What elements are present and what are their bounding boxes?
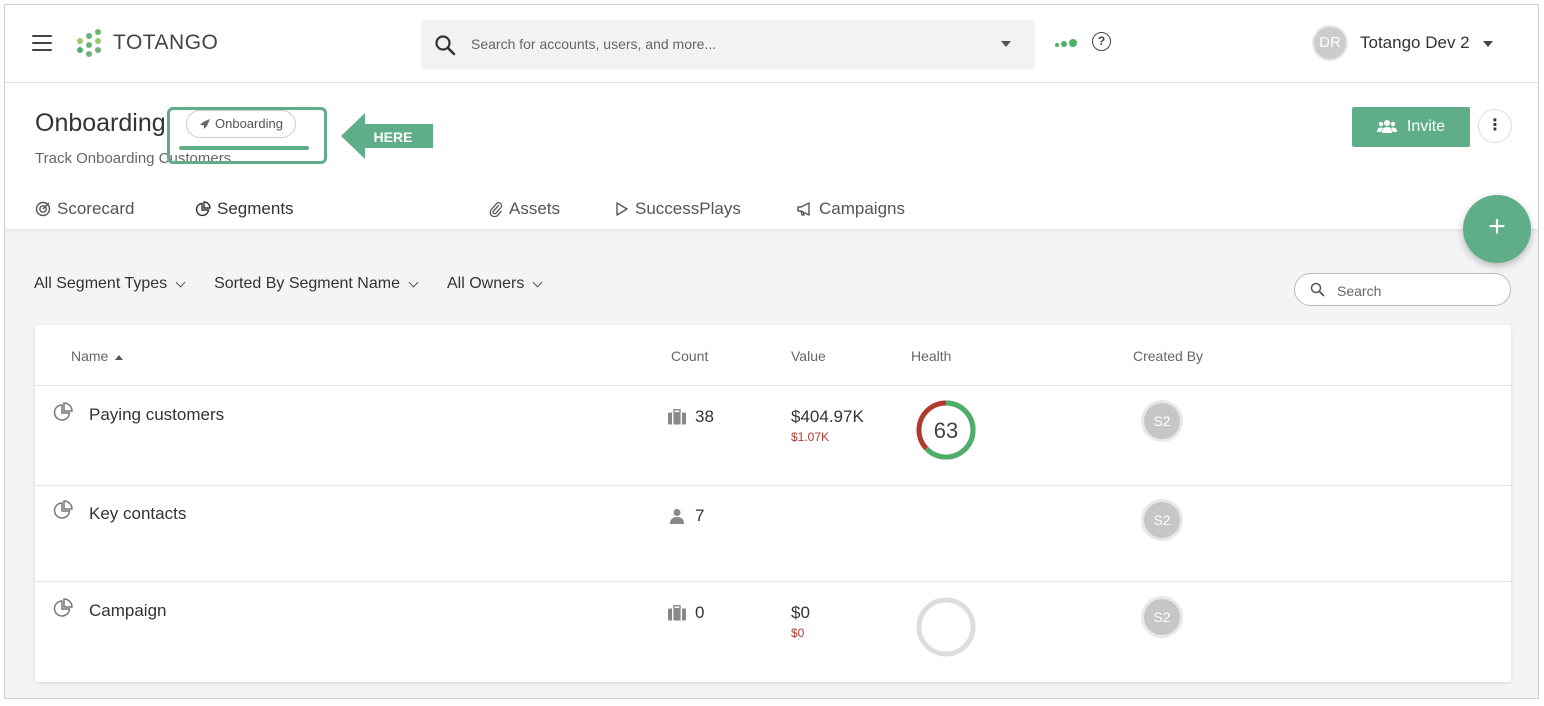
logo-text: TOTANGO	[113, 31, 219, 54]
tab-campaigns[interactable]: Campaigns	[797, 199, 905, 219]
here-arrow-label: HERE	[374, 129, 413, 145]
column-header-name-label: Name	[71, 348, 109, 364]
health-donut: 63	[916, 400, 976, 460]
logo[interactable]: TOTANGO	[77, 29, 218, 57]
segment-count-value: 7	[695, 506, 705, 525]
segment-count: 38	[667, 407, 714, 427]
page-title: Onboarding	[35, 109, 166, 137]
segment-search-placeholder: Search	[1337, 283, 1382, 299]
pie-chart-icon	[195, 201, 211, 217]
person-icon	[670, 509, 684, 524]
help-icon[interactable]: ?	[1092, 32, 1111, 51]
target-icon	[35, 201, 51, 217]
play-icon	[616, 202, 628, 216]
user-avatar[interactable]: DR	[1312, 25, 1348, 61]
users-icon	[1376, 120, 1397, 133]
tab-scorecard-label: Scorecard	[57, 199, 135, 218]
user-menu-chevron-icon[interactable]	[1483, 41, 1493, 47]
briefcase-icon	[668, 409, 686, 425]
segment-name[interactable]: Campaign	[89, 601, 167, 621]
column-header-count[interactable]: Count	[671, 348, 708, 364]
pie-chart-icon	[53, 500, 73, 519]
tab-assets-label: Assets	[509, 199, 561, 218]
search-placeholder: Search for accounts, users, and more...	[471, 36, 717, 52]
creator-avatar[interactable]: S2	[1141, 499, 1183, 541]
segment-value-change: $1.07K	[791, 430, 830, 444]
health-donut	[916, 597, 976, 657]
segments-table: Name Count Value Health Created By Payin…	[35, 325, 1511, 682]
segment-type-filter[interactable]: All Segment Types	[34, 275, 186, 293]
tab-segments-label: Segments	[217, 199, 294, 218]
tab-scorecard[interactable]: Scorecard	[35, 199, 134, 219]
sort-filter[interactable]: Sorted By Segment Name	[214, 275, 419, 293]
paperclip-icon	[489, 202, 503, 217]
column-header-created-by[interactable]: Created By	[1133, 348, 1203, 364]
table-row[interactable]: Campaign 0 $0 $0 S2	[35, 581, 1511, 682]
segment-value: $0	[791, 603, 810, 622]
column-header-health[interactable]: Health	[911, 348, 951, 364]
search-icon	[1310, 282, 1325, 297]
creator-avatar[interactable]: S2	[1141, 596, 1183, 638]
segment-count-value: 38	[695, 407, 714, 426]
sort-ascending-icon	[115, 355, 124, 360]
here-arrow: HERE	[341, 113, 433, 159]
segment-name[interactable]: Key contacts	[89, 504, 186, 524]
owner-filter-label: All Owners	[446, 275, 525, 292]
segment-value: $404.97K	[791, 407, 864, 426]
search-icon	[435, 35, 456, 56]
chevron-down-icon	[532, 277, 543, 287]
app-window: TOTANGO Search for accounts, users, and …	[4, 4, 1539, 699]
segment-name[interactable]: Paying customers	[89, 405, 224, 425]
tab-successplays[interactable]: SuccessPlays	[615, 199, 741, 219]
top-bar: TOTANGO Search for accounts, users, and …	[5, 5, 1538, 83]
activity-dots-icon[interactable]	[1055, 39, 1077, 47]
column-header-value[interactable]: Value	[791, 348, 826, 364]
segment-search-input[interactable]: Search	[1294, 273, 1511, 306]
table-row[interactable]: Paying customers 38 $404.97K $1.07K 63 S…	[35, 385, 1511, 485]
logo-dots-icon	[77, 29, 103, 57]
health-score: 63	[934, 418, 958, 443]
add-button[interactable]: +	[1463, 195, 1531, 263]
briefcase-icon	[668, 605, 686, 621]
tab-assets[interactable]: Assets	[489, 199, 560, 219]
chevron-down-icon	[408, 277, 419, 287]
segment-type-filter-label: All Segment Types	[34, 275, 168, 292]
segment-count: 0	[667, 603, 704, 623]
column-header-name[interactable]: Name	[71, 348, 124, 364]
hamburger-menu-icon[interactable]	[32, 35, 52, 51]
invite-button[interactable]: Invite	[1352, 107, 1470, 147]
pie-chart-icon	[53, 402, 73, 421]
invite-button-label: Invite	[1406, 118, 1446, 135]
segment-value-change: $0	[791, 626, 805, 640]
highlight-box	[167, 107, 327, 164]
megaphone-icon	[797, 202, 810, 216]
segment-count-value: 0	[695, 603, 705, 622]
segment-count: 7	[667, 506, 704, 526]
sort-filter-label: Sorted By Segment Name	[214, 275, 400, 292]
filter-bar: All Segment Types Sorted By Segment Name…	[34, 275, 543, 293]
more-options-icon[interactable]: ⋮	[1478, 109, 1512, 143]
creator-avatar[interactable]: S2	[1141, 400, 1183, 442]
tab-segments[interactable]: Segments	[195, 199, 294, 219]
chevron-down-icon[interactable]	[1001, 41, 1011, 47]
tab-successplays-label: SuccessPlays	[635, 199, 741, 218]
table-row[interactable]: Key contacts 7 S2	[35, 485, 1511, 581]
tab-campaigns-label: Campaigns	[819, 199, 905, 218]
user-name[interactable]: Totango Dev 2	[1360, 33, 1470, 53]
owner-filter[interactable]: All Owners	[446, 275, 543, 293]
global-search[interactable]: Search for accounts, users, and more...	[421, 20, 1035, 69]
chevron-down-icon	[175, 277, 186, 287]
pie-chart-icon	[53, 598, 73, 617]
